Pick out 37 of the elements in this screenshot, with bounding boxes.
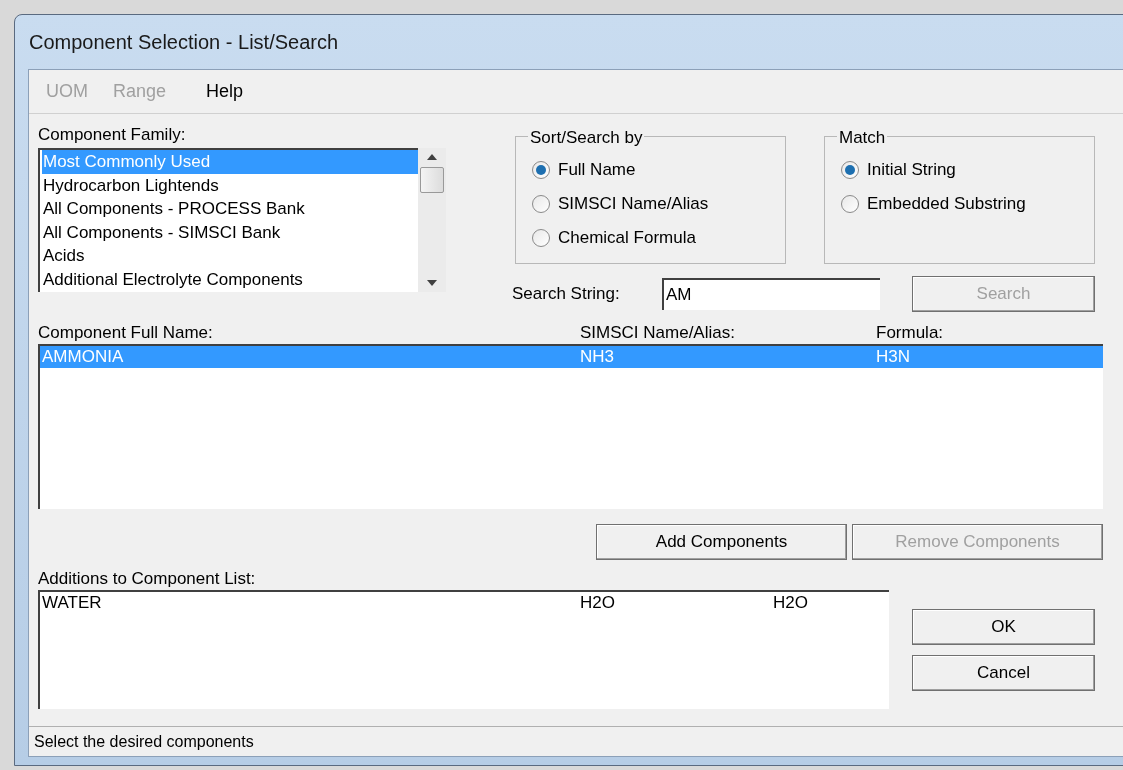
list-cell-text: H2O	[773, 592, 808, 615]
dialog-button[interactable]: OK	[912, 609, 1095, 645]
scroll-down-icon[interactable]	[427, 280, 437, 286]
radio-label: Chemical Formula	[558, 227, 696, 250]
column-header: Formula:	[876, 322, 944, 344]
radio-button[interactable]	[532, 161, 550, 179]
search-field[interactable]: AM	[662, 278, 880, 310]
radio-button[interactable]	[532, 195, 550, 213]
menu-item[interactable]: Help	[206, 78, 244, 105]
window-title: Component Selection - List/Search	[28, 30, 340, 55]
action-button[interactable]: Add Components	[596, 524, 847, 560]
column-header: SIMSCI Name/Alias:	[580, 322, 736, 344]
scroll-thumb[interactable]	[420, 167, 444, 193]
scrollbar[interactable]	[418, 148, 446, 292]
list-item[interactable]: Hydrocarbon Lightends	[42, 173, 418, 197]
list-item[interactable]: All Components - SIMSCI Bank	[42, 220, 418, 244]
radio-label: Full Name	[558, 159, 636, 182]
list-item[interactable]: All Components - PROCESS Bank	[42, 197, 418, 221]
scroll-up-icon[interactable]	[427, 154, 437, 160]
additions-list[interactable]: WATER H2O H2O	[38, 590, 889, 709]
dialog-button[interactable]: Cancel	[912, 655, 1095, 691]
list-item[interactable]: Acids	[42, 244, 418, 268]
family-list[interactable]: Most Commonly Used Hydrocarbon Lightends All Components - PROCESS Bank All Components - SIMSCI Bank Acids Additional Electrolyte Components	[38, 148, 418, 292]
radio-button[interactable]	[841, 195, 859, 213]
field-label: Additions to Component List:	[38, 568, 257, 590]
status-bar: Select the desired components	[29, 726, 1123, 756]
radio-label: Embedded Substring	[867, 193, 1026, 216]
radio-button[interactable]	[841, 161, 859, 179]
radio-label: SIMSCI Name/Alias	[558, 193, 709, 216]
column-header: Component Full Name:	[38, 322, 214, 344]
radio-button[interactable]	[532, 229, 550, 247]
list-item[interactable]: Additional Electrolyte Components	[42, 267, 418, 291]
radio-label: Initial String	[867, 159, 956, 182]
field-label: Search String:	[512, 283, 621, 306]
field-label: Component Family:	[38, 124, 187, 146]
list-cell-text: WATER	[41, 592, 103, 615]
list-cell-text: H2O	[580, 592, 616, 615]
